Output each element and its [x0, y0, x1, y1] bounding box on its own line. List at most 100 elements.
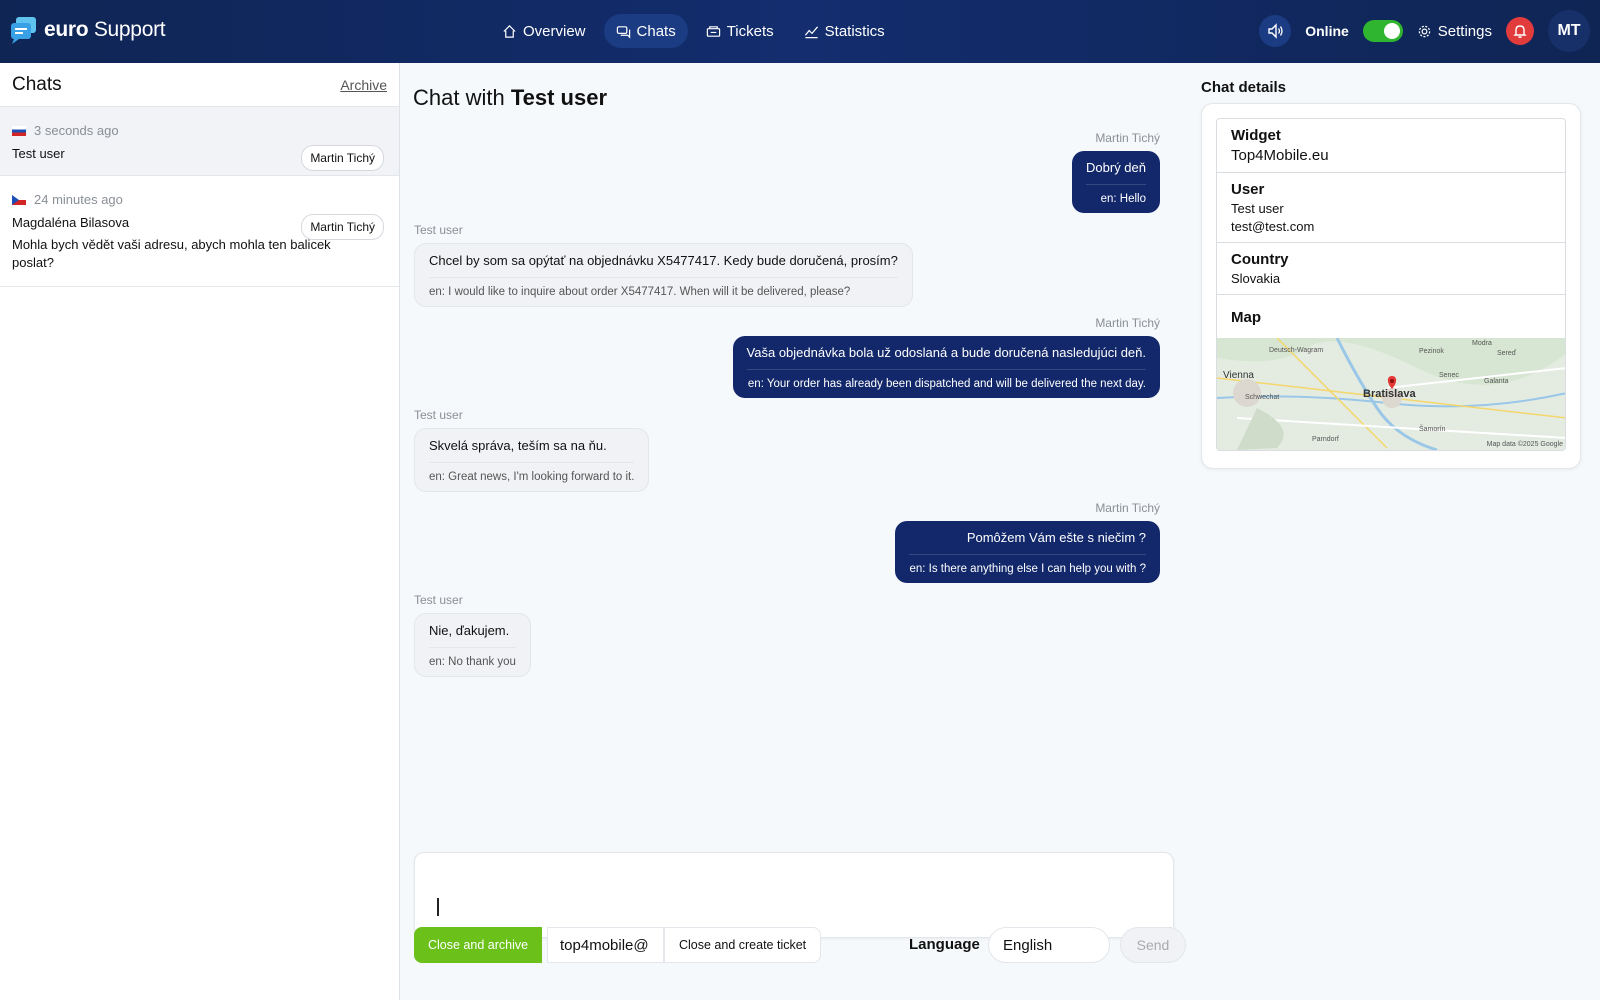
message-incoming: Test user Nie, ďakujem. en: No thank you [414, 593, 531, 677]
message-incoming: Test user Skvelá správa, teším sa na ňu.… [414, 408, 650, 492]
header-tools: Online Settings MT [1259, 10, 1590, 52]
chat-details-panel: Chat details Widget Top4Mobile.eu User T… [1189, 63, 1600, 1000]
map-place-label: Bratislava [1363, 388, 1416, 400]
chat-time: 3 seconds ago [34, 123, 119, 138]
chat-time-row: 24 minutes ago [12, 192, 387, 207]
message-bubble: Vaša objednávka bola už odoslaná a bude … [732, 336, 1160, 398]
widget-value: Top4Mobile.eu [1231, 147, 1329, 164]
message-translation: en: Your order has already been dispatch… [746, 369, 1146, 390]
message-text: Pomôžem Vám ešte s niečim ? [966, 530, 1146, 545]
country-value: Slovakia [1231, 271, 1281, 286]
chat-details-title: Chat details [1201, 79, 1287, 96]
message-text: Nie, ďakujem. [429, 623, 510, 638]
chat-icon [616, 25, 630, 39]
map-place-label: Deutsch-Wagram [1269, 347, 1324, 354]
details-user-row: User Test user test@test.com [1217, 173, 1565, 243]
map-place-label: Šamorín [1419, 426, 1446, 433]
chat-title-prefix: Chat with [413, 85, 505, 110]
chat-list-item[interactable]: 3 seconds ago Test user Martin Tichý [0, 107, 399, 176]
user-avatar[interactable]: MT [1548, 10, 1590, 52]
nav-chats[interactable]: Chats [603, 14, 688, 48]
chats-title: Chats [12, 73, 62, 95]
chat-time-row: 3 seconds ago [12, 123, 387, 138]
map-place-label: Senec [1439, 372, 1459, 379]
message-translation: en: Great news, I'm looking forward to i… [429, 462, 635, 483]
chart-icon [804, 25, 818, 38]
details-widget-row: Widget Top4Mobile.eu [1217, 119, 1565, 173]
location-map[interactable]: Vienna Bratislava Deutsch-Wagram Modra P… [1217, 338, 1565, 450]
message-author: Martin Tichý [1095, 131, 1160, 145]
close-and-archive-button[interactable]: Close and archive [414, 927, 543, 963]
message-translation: en: No thank you [429, 647, 516, 668]
notifications-button[interactable] [1506, 17, 1534, 45]
text-caret [437, 898, 439, 916]
chat-details-card: Widget Top4Mobile.eu User Test user test… [1201, 103, 1581, 469]
online-toggle[interactable] [1362, 20, 1403, 42]
chat-title: Chat with Test user [413, 85, 607, 111]
nav-overview[interactable]: Overview [490, 14, 598, 48]
assigned-agent-chip[interactable]: Martin Tichý [301, 145, 384, 171]
logo[interactable]: euro Support [10, 16, 166, 44]
details-map-row: Map Vienna Bratislava Deutsch-Wagram Mod… [1217, 295, 1565, 450]
message-incoming: Test user Chcel by som sa opýtať na obje… [414, 223, 913, 307]
map-place-label: Galanta [1484, 378, 1509, 385]
avatar-initials: MT [1557, 22, 1581, 39]
language-label: Language [909, 936, 980, 953]
map-place-label: Sereď [1497, 350, 1517, 357]
map-place-label: Vienna [1223, 370, 1254, 381]
top-bar: euro Support Overview Chats Tickets Stat… [0, 0, 1600, 63]
settings-button[interactable]: Settings [1417, 23, 1492, 40]
chat-preview: Mohla bych vědět vaši adresu, abych mohl… [12, 237, 331, 270]
message-text: Skvelá správa, teším sa na ňu. [429, 438, 607, 453]
send-button[interactable]: Send [1120, 927, 1186, 963]
message-bubble: Nie, ďakujem. en: No thank you [414, 613, 531, 677]
chats-sidebar-header: Chats Archive [0, 63, 399, 107]
map-place-label: Parndorf [1312, 436, 1339, 443]
message-text: Vaša objednávka bola už odoslaná a bude … [746, 345, 1146, 360]
user-email: test@test.com [1231, 219, 1315, 234]
message-translation: en: I would like to inquire about order … [429, 277, 898, 298]
online-status-label: Online [1305, 23, 1349, 39]
email-input[interactable]: top4mobile@ [547, 927, 664, 963]
chat-time: 24 minutes ago [34, 192, 123, 207]
chats-sidebar: Chats Archive 3 seconds ago Test user Ma… [0, 63, 400, 1000]
nav-overview-label: Overview [523, 22, 586, 40]
message-text: Dobrý deň [1086, 160, 1146, 175]
main-nav: Overview Chats Tickets Statistics [490, 14, 897, 48]
map-place-label: Modra [1472, 340, 1492, 347]
message-composer[interactable] [414, 852, 1174, 938]
bell-icon [1513, 25, 1527, 38]
country-label: Country [1231, 251, 1289, 268]
message-author: Martin Tichý [1095, 316, 1160, 330]
user-label: User [1231, 181, 1265, 198]
details-country-row: Country Slovakia [1217, 243, 1565, 295]
message-author: Martin Tichý [1095, 501, 1160, 515]
message-translation: en: Hello [1086, 184, 1146, 205]
nav-statistics[interactable]: Statistics [792, 14, 897, 48]
nav-chats-label: Chats [636, 22, 676, 40]
map-label: Map [1231, 309, 1261, 326]
close-and-create-ticket-button[interactable]: Close and create ticket [664, 927, 822, 963]
map-attribution: Map data ©2025 Google [1486, 441, 1563, 448]
home-icon [503, 24, 516, 38]
user-name: Test user [1231, 201, 1284, 216]
widget-label: Widget [1231, 127, 1281, 144]
nav-tickets[interactable]: Tickets [694, 14, 786, 48]
message-outgoing: Martin Tichý Pomôžem Vám ešte s niečim ?… [895, 501, 1160, 583]
message-outgoing: Martin Tichý Vaša objednávka bola už odo… [732, 316, 1160, 398]
sound-toggle-button[interactable] [1259, 15, 1292, 47]
slovakia-flag-icon [12, 125, 26, 136]
message-outgoing: Martin Tichý Dobrý deň en: Hello [1072, 131, 1160, 213]
chat-bubbles-logo-icon [11, 17, 36, 44]
message-author: Test user [414, 223, 463, 237]
chat-list-item[interactable]: 24 minutes ago Magdaléna Bilasova Mohla … [0, 176, 399, 287]
message-bubble: Chcel by som sa opýtať na objednávku X54… [414, 243, 913, 307]
map-place-label: Schwechat [1245, 394, 1280, 401]
message-author: Test user [414, 408, 463, 422]
nav-tickets-label: Tickets [726, 22, 774, 40]
language-select[interactable]: English [988, 927, 1110, 963]
brand-name: euro Support [44, 18, 166, 41]
chat-actions: Close and archive top4mobile@ Close and … [414, 927, 1186, 967]
archive-link[interactable]: Archive [340, 77, 387, 93]
assigned-agent-chip[interactable]: Martin Tichý [301, 214, 384, 240]
